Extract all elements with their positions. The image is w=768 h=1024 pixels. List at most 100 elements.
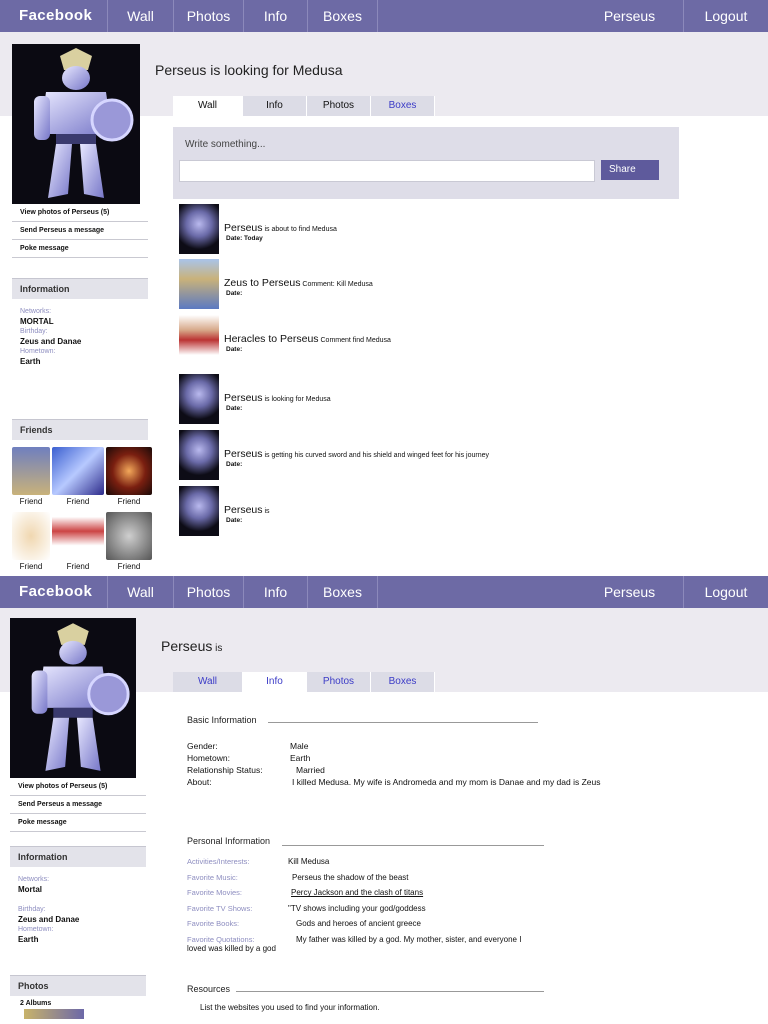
nav-user-perseus[interactable]: Perseus: [576, 576, 684, 608]
profile-picture[interactable]: [10, 618, 136, 778]
tv-value: "TV shows including your god/goddess: [288, 903, 426, 913]
post-message: Comment: Kill Medusa: [300, 281, 373, 288]
tab-wall[interactable]: Wall: [173, 672, 243, 692]
information-block: Networks: Mortal Birthday: Zeus and Dana…: [10, 867, 146, 945]
friend-tile[interactable]: Friend: [106, 447, 152, 506]
information-header: Information: [10, 846, 146, 867]
tab-info[interactable]: Info: [243, 672, 307, 692]
quotes-value-cont: loved was killed by a god: [187, 944, 276, 953]
send-message-link[interactable]: Send Perseus a message: [10, 796, 146, 814]
tab-wall[interactable]: Wall: [173, 96, 243, 116]
post-avatar[interactable]: [179, 374, 219, 424]
nav-boxes[interactable]: Boxes: [308, 576, 378, 608]
movies-value[interactable]: Percy Jackson and the clash of titans: [288, 885, 521, 901]
tab-photos[interactable]: Photos: [307, 96, 371, 116]
nav-logout[interactable]: Logout: [684, 0, 768, 32]
post-date: Date:: [226, 290, 243, 297]
resources-title: Resources: [187, 984, 231, 994]
tab-photos[interactable]: Photos: [307, 672, 371, 692]
personal-keys: Activities/Interests: Favorite Music: Fa…: [187, 857, 255, 944]
facebook-logo[interactable]: Facebook: [0, 0, 108, 32]
basic-values: Male Earth Married I killed Medusa. My w…: [290, 740, 601, 788]
wall-post: Perseus is looking for Medusa Date:: [179, 374, 639, 426]
nav-logout[interactable]: Logout: [684, 576, 768, 608]
friend-tile[interactable]: Friend: [52, 512, 104, 571]
divider: [236, 991, 544, 992]
poke-link[interactable]: Poke message: [12, 240, 148, 258]
friend-tile[interactable]: Friend: [12, 447, 50, 506]
friends-header: Friends: [12, 419, 148, 440]
view-photos-link[interactable]: View photos of Perseus (5): [10, 778, 146, 796]
information-header: Information: [12, 278, 148, 299]
facebook-logo[interactable]: Facebook: [0, 576, 108, 608]
post-author[interactable]: Zeus to Perseus: [224, 277, 300, 289]
armored-knight-image: [12, 44, 140, 204]
basic-keys: Gender: Hometown: Relationship Status: A…: [187, 741, 263, 787]
share-button[interactable]: Share: [601, 160, 659, 180]
tab-info[interactable]: Info: [243, 96, 307, 116]
quotes-value: My father was killed by a god. My mother…: [296, 934, 522, 944]
poke-link[interactable]: Poke message: [10, 814, 146, 832]
hometown-value: Earth: [18, 935, 39, 944]
post-author[interactable]: Perseus: [224, 222, 263, 234]
wall-post: Perseus is Date:: [179, 486, 639, 538]
post-avatar[interactable]: [179, 259, 219, 309]
post-message: Comment find Medusa: [318, 337, 391, 344]
post-avatar[interactable]: [179, 204, 219, 254]
post-author[interactable]: Perseus: [224, 448, 263, 460]
networks-label: Networks:: [18, 876, 50, 883]
birthday-value: Zeus and Danae: [20, 337, 82, 346]
album-thumbnail[interactable]: [24, 1009, 84, 1019]
post-avatar[interactable]: [179, 430, 219, 480]
post-author[interactable]: Perseus: [224, 504, 263, 516]
nav-photos[interactable]: Photos: [174, 0, 244, 32]
basic-information-title: Basic Information: [187, 715, 257, 725]
friends-grid: Friend Friend Friend Friend Friend Frien…: [12, 445, 152, 571]
birthday-label: Birthday:: [18, 906, 46, 913]
profile-tabs: Wall Info Photos Boxes: [173, 96, 435, 116]
post-avatar[interactable]: [179, 315, 219, 365]
composer-hint: Write something...: [185, 139, 266, 150]
nav-info[interactable]: Info: [244, 576, 308, 608]
divider: [282, 845, 544, 846]
relationship-value: Married: [296, 765, 325, 775]
birthday-value: Zeus and Danae: [18, 915, 80, 924]
information-block: Networks: MORTAL Birthday: Zeus and Dana…: [12, 299, 148, 367]
post-avatar[interactable]: [179, 486, 219, 536]
post-date: Date: Today: [226, 235, 263, 242]
tab-boxes[interactable]: Boxes: [371, 672, 435, 692]
wall-composer: Write something... Share: [173, 127, 679, 199]
composer-input[interactable]: [179, 160, 595, 182]
nav-photos[interactable]: Photos: [174, 576, 244, 608]
post-message: is: [262, 508, 270, 515]
post-author[interactable]: Heracles to Perseus: [224, 333, 319, 345]
top-navbar-2: Facebook Wall Photos Info Boxes Perseus …: [0, 576, 768, 608]
nav-user-perseus[interactable]: Perseus: [576, 0, 684, 32]
networks-value: MORTAL: [20, 317, 54, 326]
nav-wall[interactable]: Wall: [108, 0, 174, 32]
post-date: Date:: [226, 461, 243, 468]
profile-picture[interactable]: [12, 44, 140, 204]
send-message-link[interactable]: Send Perseus a message: [12, 222, 148, 240]
view-photos-link[interactable]: View photos of Perseus (5): [12, 204, 148, 222]
friend-tile[interactable]: Friend: [106, 512, 152, 571]
resources-text: List the websites you used to find your …: [200, 1003, 380, 1012]
profile-tabs-2: Wall Info Photos Boxes: [173, 672, 435, 692]
friend-tile[interactable]: Friend: [12, 512, 50, 571]
post-message: is looking for Medusa: [262, 396, 331, 403]
nav-info[interactable]: Info: [244, 0, 308, 32]
post-author[interactable]: Perseus: [224, 392, 263, 404]
nav-wall[interactable]: Wall: [108, 576, 174, 608]
gender-value: Male: [290, 741, 309, 751]
photos-header: Photos: [10, 975, 146, 996]
friend-tile[interactable]: Friend: [52, 447, 104, 506]
personal-values: Kill Medusa Perseus the shadow of the be…: [288, 854, 521, 948]
hometown-value: Earth: [20, 357, 41, 366]
post-message: is getting his curved sword and his shie…: [262, 452, 489, 459]
top-navbar: Facebook Wall Photos Info Boxes Perseus …: [0, 0, 768, 32]
wall-post: Heracles to Perseus Comment find Medusa D…: [179, 315, 639, 367]
tab-boxes[interactable]: Boxes: [371, 96, 435, 116]
birthday-label: Birthday:: [20, 328, 48, 335]
albums-count[interactable]: 2 Albums: [10, 996, 146, 1007]
nav-boxes[interactable]: Boxes: [308, 0, 378, 32]
